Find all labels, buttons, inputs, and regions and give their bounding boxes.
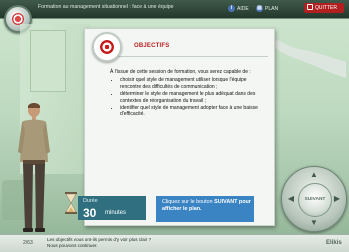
plan-label: PLAN bbox=[265, 5, 279, 12]
help-label: AIDE bbox=[237, 5, 249, 12]
hourglass-icon bbox=[65, 192, 77, 214]
subtitle-line: Nous pouvons continuer. bbox=[47, 242, 98, 248]
subtitle-line: Les objectifs vous ont-ils permis d'y vo… bbox=[47, 237, 152, 242]
quit-button[interactable]: QUITTER bbox=[304, 3, 344, 13]
duration-unit: minutes bbox=[105, 210, 127, 216]
card-title: OBJECTIFS bbox=[134, 43, 170, 49]
plan-icon: ▤ bbox=[256, 5, 263, 12]
help-button[interactable]: i AIDE bbox=[228, 4, 249, 13]
app-title: Formation au management situationnel : f… bbox=[38, 4, 174, 10]
subtitle-bar: 2/63 Les objectifs vous ont-ils permis d… bbox=[0, 234, 349, 252]
subtitle-text: Les objectifs vous ont-ils permis d'y vo… bbox=[47, 237, 151, 249]
training-stage: Formation au management situationnel : f… bbox=[0, 0, 349, 252]
next-button-label: SUIVANT bbox=[304, 197, 326, 202]
instruction-text: Cliquez sur le bouton bbox=[162, 199, 213, 205]
card-divider bbox=[118, 56, 268, 57]
page-counter: 2/63 bbox=[23, 240, 33, 246]
trainer-character bbox=[18, 103, 50, 232]
card-body: À l'issue de cette session de formation,… bbox=[110, 69, 266, 119]
top-bar: Formation au management situationnel : f… bbox=[0, 0, 349, 19]
card-intro: À l'issue de cette session de formation,… bbox=[110, 69, 251, 75]
down-arrow-icon[interactable]: ▼ bbox=[309, 218, 319, 228]
duration-value: 30 bbox=[83, 206, 97, 220]
next-arrow-icon[interactable]: ▶ bbox=[332, 194, 342, 204]
duration-label: Durée bbox=[83, 198, 98, 204]
navigation-wheel: ▲ ▼ ◀ ▶ SUIVANT bbox=[281, 166, 347, 232]
objective-item: déterminer le style de management le plu… bbox=[120, 91, 266, 104]
objective-item: identifier quel style de management adop… bbox=[120, 105, 266, 118]
quit-icon bbox=[307, 4, 313, 10]
target-icon bbox=[100, 40, 114, 54]
background-window bbox=[30, 30, 66, 92]
plan-button[interactable]: ▤ PLAN bbox=[256, 4, 278, 13]
previous-arrow-icon[interactable]: ◀ bbox=[286, 194, 296, 204]
help-icon: i bbox=[228, 5, 235, 12]
objective-item: choisir quel style de management utilise… bbox=[120, 77, 266, 90]
objectives-list: choisir quel style de management utilise… bbox=[110, 77, 266, 117]
duration-panel: Durée 30 minutes bbox=[78, 196, 146, 220]
quit-label: QUITTER bbox=[315, 5, 337, 11]
next-instruction: Cliquez sur le bouton SUIVANT pour affic… bbox=[156, 196, 254, 222]
objectives-badge bbox=[92, 32, 122, 62]
up-arrow-icon[interactable]: ▲ bbox=[309, 170, 319, 180]
next-button[interactable]: SUIVANT bbox=[298, 183, 332, 217]
brand-logo: Elikis bbox=[326, 240, 342, 246]
